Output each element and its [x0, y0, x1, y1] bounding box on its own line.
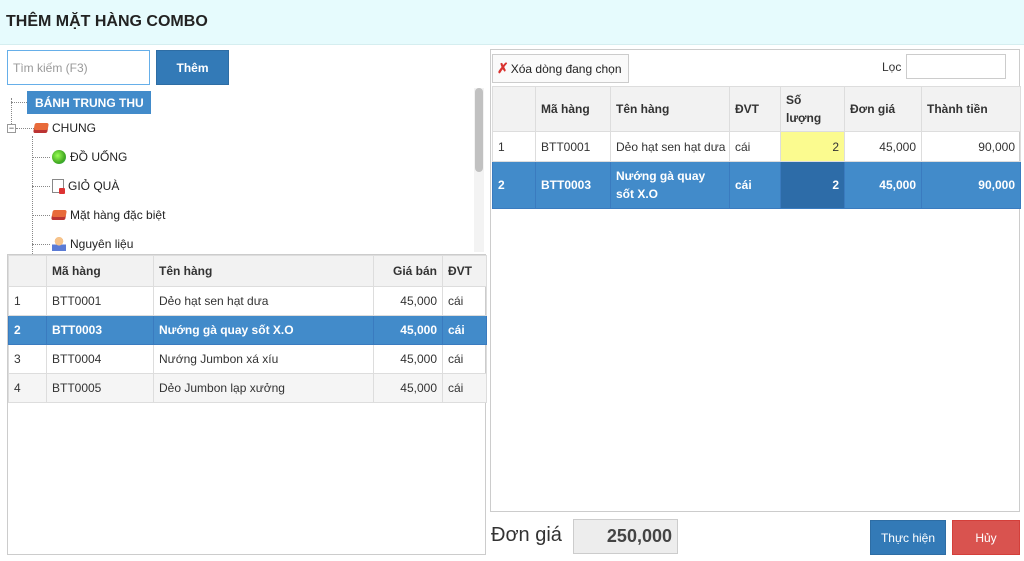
cell-index: 1: [8, 286, 47, 316]
cell-price: 45,000: [373, 373, 443, 403]
tree-connector: [32, 244, 50, 245]
tree-node-label: GIỎ QUÀ: [68, 179, 120, 193]
tree-node-label: Mặt hàng đặc biệt: [70, 208, 166, 222]
column-header-index[interactable]: [492, 86, 536, 132]
cell-unit: cái: [442, 315, 487, 345]
cell-index: 2: [492, 161, 536, 209]
cell-code: BTT0001: [46, 286, 154, 316]
cell-name: Dẻo Jumbon lạp xưởng: [153, 373, 374, 403]
filter-input[interactable]: [906, 54, 1006, 79]
table-header-row: Mã hàng Tên hàng ĐVT Số lượng Đơn giá Th…: [492, 86, 1021, 132]
cell-amount: 90,000: [921, 161, 1021, 209]
cell-name: Nướng gà quay sốt X.O: [610, 161, 730, 209]
table-row[interactable]: 1 BTT0001 Dẻo hạt sen hạt dưa cái 2 45,0…: [492, 131, 1021, 162]
add-button[interactable]: Thêm: [156, 50, 229, 85]
document-icon: [52, 179, 65, 194]
fruit-icon: [52, 150, 66, 164]
tree-connector: [16, 128, 34, 129]
cell-unit: cái: [729, 161, 781, 209]
cell-unit: cái: [442, 286, 487, 316]
cell-code: BTT0004: [46, 344, 154, 374]
cell-amount: 90,000: [921, 131, 1021, 162]
tree-node-label: ĐỒ UỐNG: [70, 150, 128, 164]
cell-code: BTT0005: [46, 373, 154, 403]
collapse-icon[interactable]: −: [7, 124, 16, 133]
tree-node-do-uong[interactable]: ĐỒ UỐNG: [52, 150, 127, 164]
table-row[interactable]: 3 BTT0004 Nướng Jumbon xá xíu 45,000 cái: [8, 344, 487, 374]
cell-name: Nướng gà quay sốt X.O: [153, 315, 374, 345]
table-row-selected[interactable]: 2 BTT0003 Nướng gà quay sốt X.O cái 2 45…: [492, 161, 1021, 209]
cell-unit: cái: [442, 373, 487, 403]
column-header-index[interactable]: [8, 255, 47, 287]
book-icon: [51, 210, 67, 220]
cell-unit-price: 45,000: [844, 131, 922, 162]
tree-node-label: Nguyên liệu: [70, 237, 134, 251]
column-header-amount[interactable]: Thành tiền: [921, 86, 1021, 132]
search-input[interactable]: [7, 50, 150, 85]
cell-name: Nướng Jumbon xá xíu: [153, 344, 374, 374]
column-header-quantity[interactable]: Số lượng: [780, 86, 845, 132]
dialog-title: THÊM MẶT HÀNG COMBO: [6, 13, 208, 30]
confirm-button[interactable]: Thực hiện: [870, 520, 946, 555]
tree-node-label: CHUNG: [52, 121, 96, 135]
product-table: Mã hàng Tên hàng Giá bán ĐVT 1 BTT0001 D…: [8, 255, 487, 403]
cell-index: 2: [8, 315, 47, 345]
cell-name: Dẻo hạt sen hạt dưa: [610, 131, 730, 162]
cell-name: Dẻo hạt sen hạt dưa: [153, 286, 374, 316]
dialog-titlebar: THÊM MẶT HÀNG COMBO: [0, 0, 1024, 45]
column-header-price[interactable]: Giá bán: [373, 255, 443, 287]
table-row-selected[interactable]: 2 BTT0003 Nướng gà quay sốt X.O 45,000 c…: [8, 315, 487, 345]
cell-index: 4: [8, 373, 47, 403]
table-row[interactable]: 1 BTT0001 Dẻo hạt sen hạt dưa 45,000 cái: [8, 286, 487, 316]
tree-connector: [32, 215, 50, 216]
cell-code: BTT0001: [535, 131, 611, 162]
combo-items-panel: ✗ Xóa dòng đang chọn Lọc Mã hàng Tên hàn…: [490, 49, 1021, 512]
filter-label: Lọc: [882, 60, 902, 74]
quantity-input[interactable]: 2: [780, 161, 845, 209]
unit-price-label: Đơn giá: [491, 524, 562, 546]
column-header-unit-price[interactable]: Đơn giá: [844, 86, 922, 132]
tree-node-gio-qua[interactable]: GIỎ QUÀ: [52, 179, 120, 194]
tree-connector: [11, 102, 27, 103]
quantity-input[interactable]: 2: [780, 131, 845, 162]
column-header-unit[interactable]: ĐVT: [442, 255, 487, 287]
delete-x-icon: ✗: [497, 60, 509, 76]
cell-code: BTT0003: [535, 161, 611, 209]
table-row[interactable]: 4 BTT0005 Dẻo Jumbon lạp xưởng 45,000 cá…: [8, 373, 487, 403]
column-header-name[interactable]: Tên hàng: [610, 86, 730, 132]
tree-connector: [32, 186, 50, 187]
cell-unit-price: 45,000: [844, 161, 922, 209]
tree-node-chung[interactable]: CHUNG: [33, 121, 96, 135]
category-tree: BÁNH TRUNG THU − CHUNG ĐỒ UỐNG GIỎ QUÀ M…: [7, 88, 485, 254]
unit-price-value[interactable]: 250,000: [573, 519, 678, 554]
column-header-unit[interactable]: ĐVT: [729, 86, 781, 132]
delete-button-label: Xóa dòng đang chọn: [510, 61, 622, 76]
cell-index: 3: [8, 344, 47, 374]
product-table-panel: Mã hàng Tên hàng Giá bán ĐVT 1 BTT0001 D…: [7, 254, 487, 555]
book-icon: [33, 123, 49, 133]
column-header-code[interactable]: Mã hàng: [535, 86, 611, 132]
cell-unit: cái: [442, 344, 487, 374]
tree-node-nguyen-lieu[interactable]: Nguyên liệu: [52, 237, 133, 251]
cancel-button[interactable]: Hủy: [952, 520, 1020, 555]
column-header-name[interactable]: Tên hàng: [153, 255, 374, 287]
user-icon: [52, 237, 66, 251]
tree-root-banh-trung-thu[interactable]: BÁNH TRUNG THU: [27, 91, 151, 114]
cell-index: 1: [492, 131, 536, 162]
cell-price: 45,000: [373, 344, 443, 374]
tree-connector: [32, 157, 50, 158]
cell-price: 45,000: [373, 286, 443, 316]
tree-node-mat-hang-dac-biet[interactable]: Mặt hàng đặc biệt: [51, 208, 166, 222]
table-header-row: Mã hàng Tên hàng Giá bán ĐVT: [8, 255, 487, 287]
tree-connector: [32, 136, 33, 254]
delete-selected-row-button[interactable]: ✗ Xóa dòng đang chọn: [492, 54, 629, 83]
cell-code: BTT0003: [46, 315, 154, 345]
combo-table: Mã hàng Tên hàng ĐVT Số lượng Đơn giá Th…: [492, 86, 1021, 209]
tree-scrollbar-thumb[interactable]: [475, 88, 483, 172]
cell-price: 45,000: [373, 315, 443, 345]
column-header-code[interactable]: Mã hàng: [46, 255, 154, 287]
cell-unit: cái: [729, 131, 781, 162]
